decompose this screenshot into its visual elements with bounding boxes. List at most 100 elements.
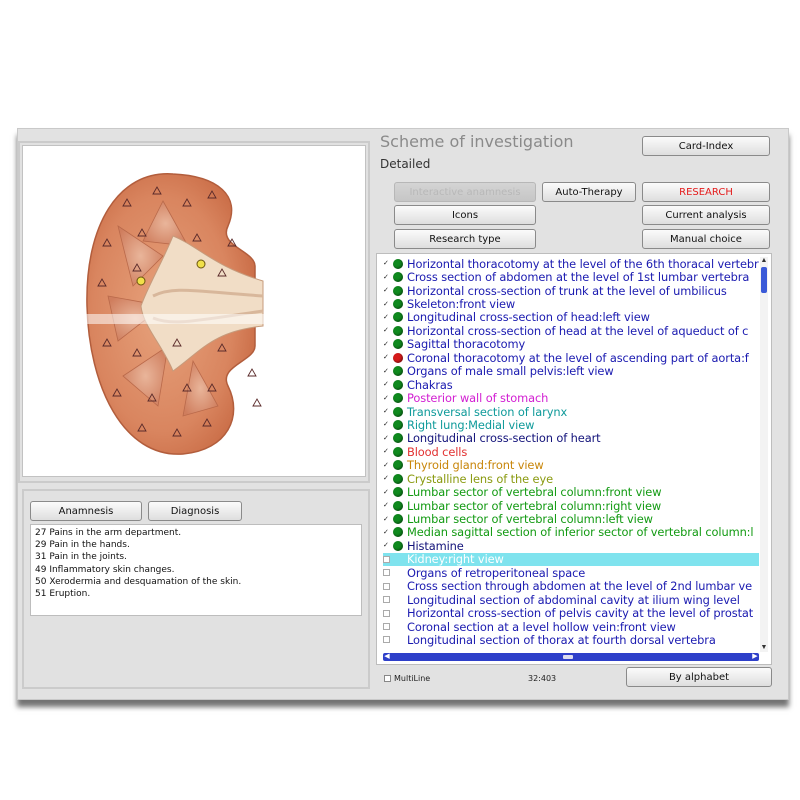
list-item-label: Horizontal cross-section of trunk at the… [407,283,727,298]
list-item-label: Lumbar sector of vertebral column:front … [407,485,662,500]
by-alphabet-button[interactable]: By alphabet [626,667,772,687]
list-item[interactable]: Horizontal cross-section of pelvis cavit… [383,606,759,620]
list-item[interactable]: ✓ Longitudinal cross-section of heart [383,431,759,446]
multiline-checkbox[interactable]: MultiLine [384,674,430,683]
checkbox-empty-icon[interactable] [383,636,390,644]
check-mark-icon[interactable]: ✓ [383,301,390,308]
check-mark-icon[interactable]: ✓ [383,435,390,442]
list-item[interactable]: ✓ Transversal section of larynx [383,405,759,419]
check-mark-icon[interactable]: ✓ [383,489,390,496]
check-mark-icon[interactable]: ✓ [383,462,390,469]
check-mark-icon[interactable]: ✓ [383,381,390,388]
list-item[interactable]: ✓ Thyroid gland:front view [383,458,759,473]
check-mark-icon[interactable]: ✓ [383,421,390,428]
image-panel [18,141,370,483]
check-mark-icon[interactable]: ✓ [383,542,390,549]
scroll-down-icon[interactable]: ▼ [760,644,768,652]
vertical-scrollbar[interactable]: ▲ ▼ [760,257,768,652]
interactive-anamnesis-button[interactable]: Interactive anamnesis [394,182,536,202]
status-dot-icon [393,568,403,578]
status-dot-icon [393,312,403,323]
checkbox-empty-icon[interactable] [383,596,390,604]
status-dot-icon [393,406,403,417]
auto-therapy-button[interactable]: Auto-Therapy [542,182,636,202]
list-item[interactable]: ✓ Skeleton:front view [383,297,759,311]
list-item-label: Longitudinal section of thorax at fourth… [407,632,716,647]
check-mark-icon[interactable]: ✓ [383,260,390,267]
list-item[interactable]: ✓ Horizontal thoracotomy at the level of … [383,257,759,271]
checkbox-empty-icon[interactable] [383,623,390,631]
list-item-label: Lumbar sector of vertebral column:right … [407,498,662,513]
notes-textbox[interactable]: 27 Pains in the arm department. 29 Pain … [30,524,362,616]
scroll-up-icon[interactable]: ▲ [760,257,768,265]
note-line: 50 Xerodermia and desquamation of the sk… [35,576,242,587]
diagnosis-button[interactable]: Diagnosis [148,501,242,521]
list-item-label: Longitudinal cross-section of heart [407,431,601,446]
list-item[interactable]: Longitudinal section of abdominal cavity… [383,593,759,607]
manual-choice-button[interactable]: Manual choice [642,229,770,249]
list-item[interactable]: ✓ Longitudinal cross-section of head:left… [383,310,759,324]
kidney-illustration [23,173,365,455]
card-index-button[interactable]: Card-Index [642,136,770,156]
checkbox-empty-icon[interactable] [383,582,390,590]
status-dot-icon [393,581,403,591]
scroll-left-icon[interactable]: ◀ [383,653,391,661]
list-item[interactable]: ✓ Chakras [383,378,759,392]
list-item[interactable]: ✓ Coronal thoracotomy at the level of asc… [383,351,759,365]
research-type-button[interactable]: Research type [394,229,536,249]
research-button[interactable]: RESEARCH [642,182,770,202]
icons-button[interactable]: Icons [394,205,536,225]
checkbox-empty-icon[interactable] [383,609,390,617]
anamnesis-button[interactable]: Anamnesis [30,501,142,521]
list-item[interactable]: ✓ Horizontal cross-section of trunk at th… [383,283,759,298]
list-item[interactable]: ✓ Histamine [383,539,759,553]
list-item[interactable]: ✓ Cross section of abdomen at the level o… [383,270,759,284]
list-item[interactable]: Longitudinal section of thorax at fourth… [383,632,759,647]
list-item[interactable]: ✓ Organs of male small pelvis:left view [383,364,759,379]
app-window: Anamnesis Diagnosis 27 Pains in the arm … [17,128,789,700]
check-mark-icon[interactable]: ✓ [383,287,390,294]
status-dot-icon [393,635,403,645]
list-item[interactable]: ✓ Crystalline lens of the eye [383,472,759,486]
list-item[interactable]: ✓ Right lung:Medial view [383,418,759,432]
check-mark-icon[interactable]: ✓ [383,274,390,281]
list-item[interactable]: Cross section through abdomen at the lev… [383,579,759,593]
list-item[interactable]: ✓ Horizontal cross-section of head at the… [383,324,759,338]
scroll-grip[interactable] [563,655,573,659]
check-mark-icon[interactable]: ✓ [383,448,390,455]
list-item[interactable]: ✓ Lumbar sector of vertebral column:right… [383,498,759,513]
check-mark-icon[interactable]: ✓ [383,368,390,375]
check-mark-icon[interactable]: ✓ [383,395,390,402]
horizontal-scrollbar[interactable]: ◀ ▶ [383,653,759,661]
list-item-label: Thyroid gland:front view [407,458,544,473]
scroll-thumb[interactable] [761,267,767,293]
investigation-list[interactable]: ✓ Horizontal thoracotomy at the level of … [376,253,772,665]
list-item[interactable]: ✓ Posterior wall of stomach [383,391,759,405]
list-item[interactable]: ✓ Blood cells [383,445,759,459]
scroll-right-icon[interactable]: ▶ [751,653,759,661]
check-mark-icon[interactable]: ✓ [383,502,390,509]
list-item[interactable]: ✓ Median sagittal section of inferior sec… [383,525,759,540]
checkbox-empty-icon[interactable] [383,555,390,563]
checkbox-box[interactable] [384,675,391,682]
check-mark-icon[interactable]: ✓ [383,314,390,321]
list-item[interactable]: Coronal section at a level hollow vein:f… [383,620,759,634]
check-mark-icon[interactable]: ✓ [383,408,390,415]
check-mark-icon[interactable]: ✓ [383,341,390,348]
current-analysis-button[interactable]: Current analysis [642,205,770,225]
list-item[interactable]: ✓ Lumbar sector of vertebral column:left … [383,512,759,526]
list-item[interactable]: ✓ Sagittal thoracotomy [383,337,759,351]
checkbox-empty-icon[interactable] [383,569,390,577]
list-item-label: Organs of retroperitoneal space [407,565,586,580]
status-dot-icon [393,258,403,269]
list-item-label: Organs of male small pelvis:left view [407,364,614,379]
list-item[interactable]: ✓ Lumbar sector of vertebral column:front… [383,485,759,500]
check-mark-icon[interactable]: ✓ [383,516,390,523]
check-mark-icon[interactable]: ✓ [383,475,390,482]
list-item[interactable]: Kidney:right view [383,552,759,566]
check-mark-icon[interactable]: ✓ [383,327,390,334]
check-mark-icon[interactable]: ✓ [383,529,390,536]
list-item-label: Median sagittal section of inferior sect… [407,525,754,540]
check-mark-icon[interactable]: ✓ [383,354,390,361]
list-item[interactable]: Organs of retroperitoneal space [383,565,759,580]
